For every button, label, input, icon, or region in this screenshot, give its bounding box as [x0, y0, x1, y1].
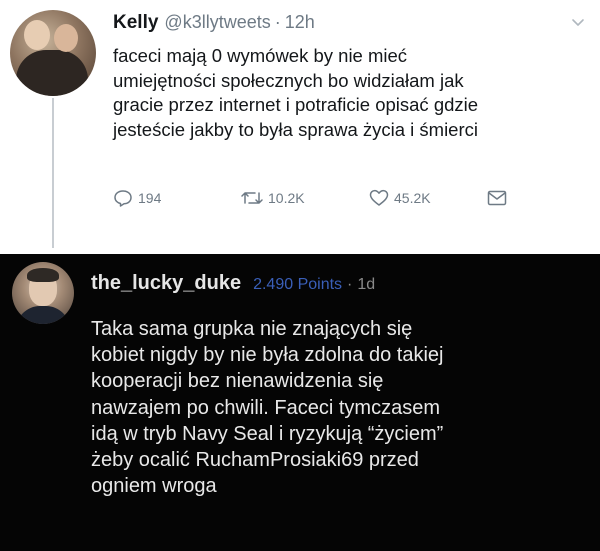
- comment-text-line: żeby ocalić RuchamProsiaki69 przed: [91, 449, 419, 472]
- comment-text-line: kobiet nigdy by nie była zdolna do takie…: [91, 344, 444, 367]
- chevron-down-icon[interactable]: [570, 14, 586, 30]
- tweet-text-line: faceci mają 0 wymówek by nie mieć: [113, 45, 408, 66]
- comment-text-line: nawzajem po chwili. Faceci tymczasem: [91, 396, 440, 419]
- comment-text-line: ogniem wroga: [91, 475, 217, 498]
- comment-age: 1d: [357, 276, 376, 293]
- retweet-button[interactable]: 10.2K: [241, 186, 305, 210]
- reply-count: 194: [138, 190, 162, 206]
- tweet-author-name[interactable]: Kelly: [113, 12, 158, 34]
- reply-icon: [113, 189, 138, 207]
- tweet-text: faceci mają 0 wymówek by nie mieć umieję…: [113, 44, 583, 142]
- retweet-count: 10.2K: [268, 190, 305, 206]
- tweet-card: Kelly @k3llytweets · 12h faceci mają 0 w…: [0, 0, 600, 248]
- comment-card: the_lucky_duke 2.490 Points · 1d Taka sa…: [0, 254, 600, 551]
- comment-text: Taka sama grupka nie znających się kobie…: [91, 316, 581, 499]
- comment-age-separator: ·: [347, 276, 353, 293]
- reply-button[interactable]: 194: [113, 186, 161, 210]
- comment-header: the_lucky_duke 2.490 Points · 1d: [91, 272, 375, 296]
- tweet-timestamp[interactable]: 12h: [285, 12, 315, 33]
- comment-username[interactable]: the_lucky_duke: [91, 272, 241, 295]
- like-count: 45.2K: [394, 190, 431, 206]
- envelope-icon: [487, 190, 512, 206]
- comment-points: 2.490 Points: [253, 276, 343, 293]
- heart-icon: [369, 189, 394, 207]
- comment-author-avatar[interactable]: [12, 262, 74, 324]
- like-button[interactable]: 45.2K: [369, 186, 431, 210]
- comment-text-line: Taka sama grupka nie znających się: [91, 318, 413, 340]
- tweet-text-line: umiejętności społecznych bo widziałam ja…: [113, 69, 464, 91]
- retweet-icon: [241, 189, 268, 207]
- tweet-actions: 194 10.2K 45.2K: [113, 186, 533, 210]
- tweet-header: Kelly @k3llytweets · 12h: [113, 12, 315, 34]
- comment-text-line: kooperacji bez nienawidzenia się: [91, 370, 384, 393]
- tweet-text-line: jesteście jakby to była sprawa życia i ś…: [113, 118, 478, 140]
- tweet-author-avatar[interactable]: [10, 10, 96, 96]
- thread-line: [52, 98, 54, 248]
- tweet-time-separator: ·: [274, 12, 281, 32]
- tweet-text-line: gracie przez internet i potraficie opisa…: [113, 94, 479, 115]
- comment-text-line: idą w tryb Navy Seal i ryzykują “życiem”: [91, 422, 444, 445]
- tweet-author-handle[interactable]: @k3llytweets: [164, 12, 270, 33]
- direct-message-button[interactable]: [487, 186, 512, 210]
